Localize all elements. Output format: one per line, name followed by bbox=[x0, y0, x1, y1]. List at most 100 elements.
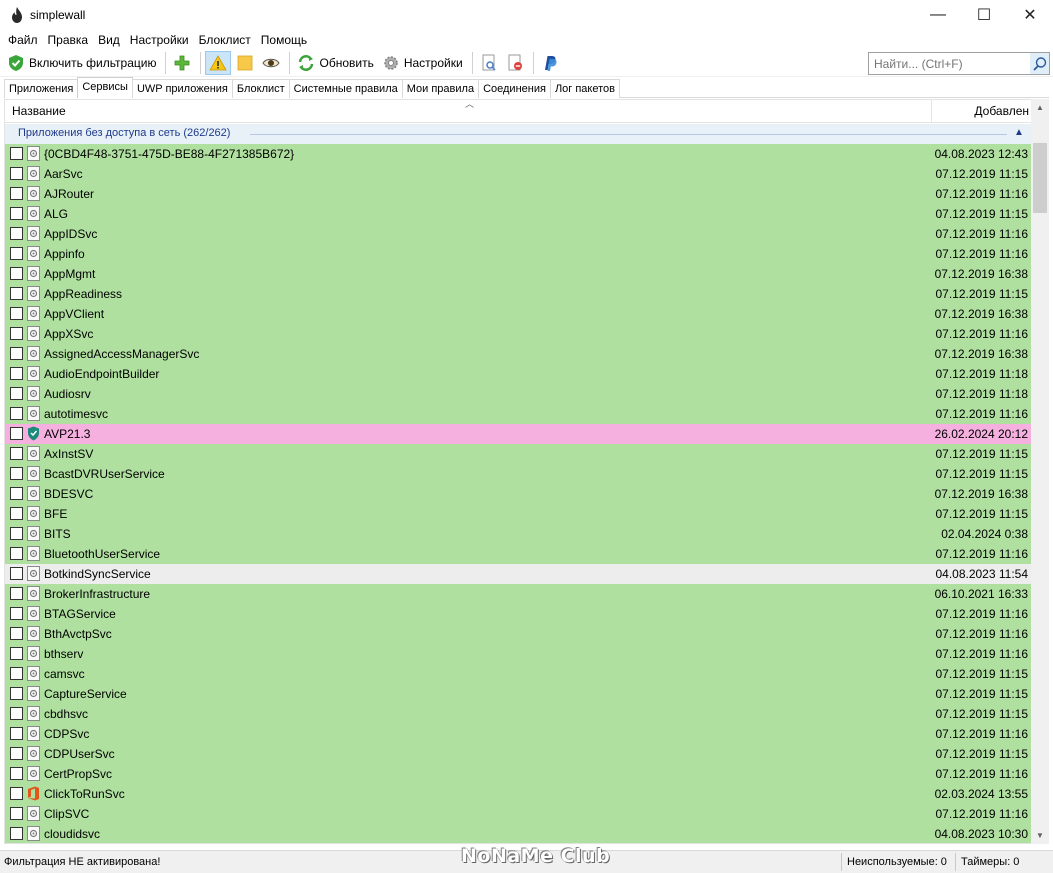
row-checkbox[interactable] bbox=[10, 607, 23, 620]
row-checkbox[interactable] bbox=[10, 767, 23, 780]
tab-services[interactable]: Сервисы bbox=[77, 77, 133, 98]
table-row[interactable]: {0CBD4F48-3751-475D-BE88-4F271385B672} 04… bbox=[5, 144, 1033, 164]
row-checkbox[interactable] bbox=[10, 707, 23, 720]
table-row[interactable]: CertPropSvc 07.12.2019 11:16 bbox=[5, 764, 1033, 784]
refresh-button[interactable]: Обновить bbox=[294, 51, 376, 75]
warnings-toggle-button[interactable] bbox=[205, 51, 232, 75]
services-list[interactable]: ︿ Название Добавлен Приложения без досту… bbox=[4, 99, 1049, 844]
tab-applications[interactable]: Приложения bbox=[4, 79, 79, 98]
row-checkbox[interactable] bbox=[10, 247, 23, 260]
row-checkbox[interactable] bbox=[10, 587, 23, 600]
row-checkbox[interactable] bbox=[10, 207, 23, 220]
table-row[interactable]: bthserv 07.12.2019 11:16 bbox=[5, 644, 1033, 664]
row-checkbox[interactable] bbox=[10, 267, 23, 280]
row-checkbox[interactable] bbox=[10, 407, 23, 420]
table-row[interactable]: cloudidsvc 04.08.2023 10:30 bbox=[5, 824, 1033, 843]
table-row[interactable]: Audiosrv 07.12.2019 11:18 bbox=[5, 384, 1033, 404]
scroll-down-icon[interactable]: ▼ bbox=[1031, 827, 1049, 844]
row-checkbox[interactable] bbox=[10, 547, 23, 560]
row-checkbox[interactable] bbox=[10, 287, 23, 300]
search-input[interactable] bbox=[868, 52, 1031, 75]
vertical-scrollbar[interactable]: ▲ ▼ bbox=[1031, 99, 1049, 844]
row-checkbox[interactable] bbox=[10, 807, 23, 820]
row-checkbox[interactable] bbox=[10, 747, 23, 760]
table-row[interactable]: BFE 07.12.2019 11:15 bbox=[5, 504, 1033, 524]
menu-help[interactable]: Помощь bbox=[256, 30, 312, 50]
table-row[interactable]: BrokerInfrastructure 06.10.2021 16:33 bbox=[5, 584, 1033, 604]
maximize-button[interactable]: ☐ bbox=[961, 0, 1007, 30]
tab-connections[interactable]: Соединения bbox=[478, 79, 551, 98]
row-checkbox[interactable] bbox=[10, 327, 23, 340]
table-row[interactable]: CDPSvc 07.12.2019 11:16 bbox=[5, 724, 1033, 744]
menu-file[interactable]: Файл bbox=[3, 30, 43, 50]
row-checkbox[interactable] bbox=[10, 507, 23, 520]
row-checkbox[interactable] bbox=[10, 647, 23, 660]
row-checkbox[interactable] bbox=[10, 447, 23, 460]
table-row[interactable]: BluetoothUserService 07.12.2019 11:16 bbox=[5, 544, 1033, 564]
table-row[interactable]: camsvc 07.12.2019 11:15 bbox=[5, 664, 1033, 684]
column-header-name[interactable]: Название bbox=[12, 104, 66, 118]
table-row[interactable]: AppIDSvc 07.12.2019 11:16 bbox=[5, 224, 1033, 244]
table-row[interactable]: AxInstSV 07.12.2019 11:15 bbox=[5, 444, 1033, 464]
search-button[interactable] bbox=[1030, 52, 1050, 75]
table-row[interactable]: ALG 07.12.2019 11:15 bbox=[5, 204, 1033, 224]
row-checkbox[interactable] bbox=[10, 367, 23, 380]
menu-view[interactable]: Вид bbox=[93, 30, 125, 50]
row-checkbox[interactable] bbox=[10, 227, 23, 240]
notes-button[interactable] bbox=[233, 51, 257, 75]
add-button[interactable] bbox=[170, 51, 194, 75]
menu-blocklist[interactable]: Блоклист bbox=[194, 30, 256, 50]
table-row[interactable]: cbdhsvc 07.12.2019 11:15 bbox=[5, 704, 1033, 724]
table-row[interactable]: AppMgmt 07.12.2019 16:38 bbox=[5, 264, 1033, 284]
table-row[interactable]: AssignedAccessManagerSvc 07.12.2019 16:38 bbox=[5, 344, 1033, 364]
row-checkbox[interactable] bbox=[10, 487, 23, 500]
table-row[interactable]: AppVClient 07.12.2019 16:38 bbox=[5, 304, 1033, 324]
row-checkbox[interactable] bbox=[10, 827, 23, 840]
scroll-up-icon[interactable]: ▲ bbox=[1031, 99, 1049, 116]
row-checkbox[interactable] bbox=[10, 787, 23, 800]
table-row[interactable]: BITS 02.04.2024 0:38 bbox=[5, 524, 1033, 544]
collapse-chevron-icon[interactable]: ▲ bbox=[1014, 127, 1024, 138]
table-row[interactable]: ClickToRunSvc 02.03.2024 13:55 bbox=[5, 784, 1033, 804]
row-checkbox[interactable] bbox=[10, 167, 23, 180]
table-row[interactable]: BDESVC 07.12.2019 16:38 bbox=[5, 484, 1033, 504]
view-button[interactable] bbox=[259, 51, 283, 75]
table-row[interactable]: CDPUserSvc 07.12.2019 11:15 bbox=[5, 744, 1033, 764]
scroll-thumb[interactable] bbox=[1033, 143, 1047, 213]
row-checkbox[interactable] bbox=[10, 187, 23, 200]
table-row[interactable]: BotkindSyncService 04.08.2023 11:54 bbox=[5, 564, 1033, 584]
row-checkbox[interactable] bbox=[10, 687, 23, 700]
row-checkbox[interactable] bbox=[10, 527, 23, 540]
row-checkbox[interactable] bbox=[10, 727, 23, 740]
log-clear-button[interactable] bbox=[503, 51, 527, 75]
group-header[interactable]: Приложения без доступа в сеть (262/262) … bbox=[5, 124, 1033, 144]
table-row[interactable]: AudioEndpointBuilder 07.12.2019 11:18 bbox=[5, 364, 1033, 384]
tab-blocklist[interactable]: Блоклист bbox=[231, 79, 290, 98]
row-checkbox[interactable] bbox=[10, 387, 23, 400]
table-row[interactable]: BthAvctpSvc 07.12.2019 11:16 bbox=[5, 624, 1033, 644]
table-row[interactable]: BcastDVRUserService 07.12.2019 11:15 bbox=[5, 464, 1033, 484]
table-row[interactable]: ClipSVC 07.12.2019 11:16 bbox=[5, 804, 1033, 824]
row-checkbox[interactable] bbox=[10, 467, 23, 480]
row-checkbox[interactable] bbox=[10, 147, 23, 160]
column-divider[interactable] bbox=[931, 100, 932, 123]
table-row[interactable]: AppReadiness 07.12.2019 11:15 bbox=[5, 284, 1033, 304]
tab-my-rules[interactable]: Мои правила bbox=[401, 79, 480, 98]
row-checkbox[interactable] bbox=[10, 567, 23, 580]
minimize-button[interactable]: — bbox=[915, 0, 961, 30]
table-row[interactable]: BTAGService 07.12.2019 11:16 bbox=[5, 604, 1033, 624]
close-button[interactable]: ✕ bbox=[1007, 0, 1053, 30]
table-row[interactable]: CaptureService 07.12.2019 11:15 bbox=[5, 684, 1033, 704]
table-row[interactable]: autotimesvc 07.12.2019 11:16 bbox=[5, 404, 1033, 424]
table-row[interactable]: AVP21.3 26.02.2024 20:12 bbox=[5, 424, 1033, 444]
enable-filtering-button[interactable]: Включить фильтрацию bbox=[4, 51, 159, 75]
row-checkbox[interactable] bbox=[10, 347, 23, 360]
tab-system-rules[interactable]: Системные правила bbox=[288, 79, 403, 98]
table-row[interactable]: Appinfo 07.12.2019 11:16 bbox=[5, 244, 1033, 264]
table-row[interactable]: AarSvc 07.12.2019 11:15 bbox=[5, 164, 1033, 184]
table-row[interactable]: AJRouter 07.12.2019 11:16 bbox=[5, 184, 1033, 204]
menu-edit[interactable]: Правка bbox=[43, 30, 94, 50]
donate-button[interactable] bbox=[538, 51, 562, 75]
log-view-button[interactable] bbox=[477, 51, 501, 75]
row-checkbox[interactable] bbox=[10, 627, 23, 640]
